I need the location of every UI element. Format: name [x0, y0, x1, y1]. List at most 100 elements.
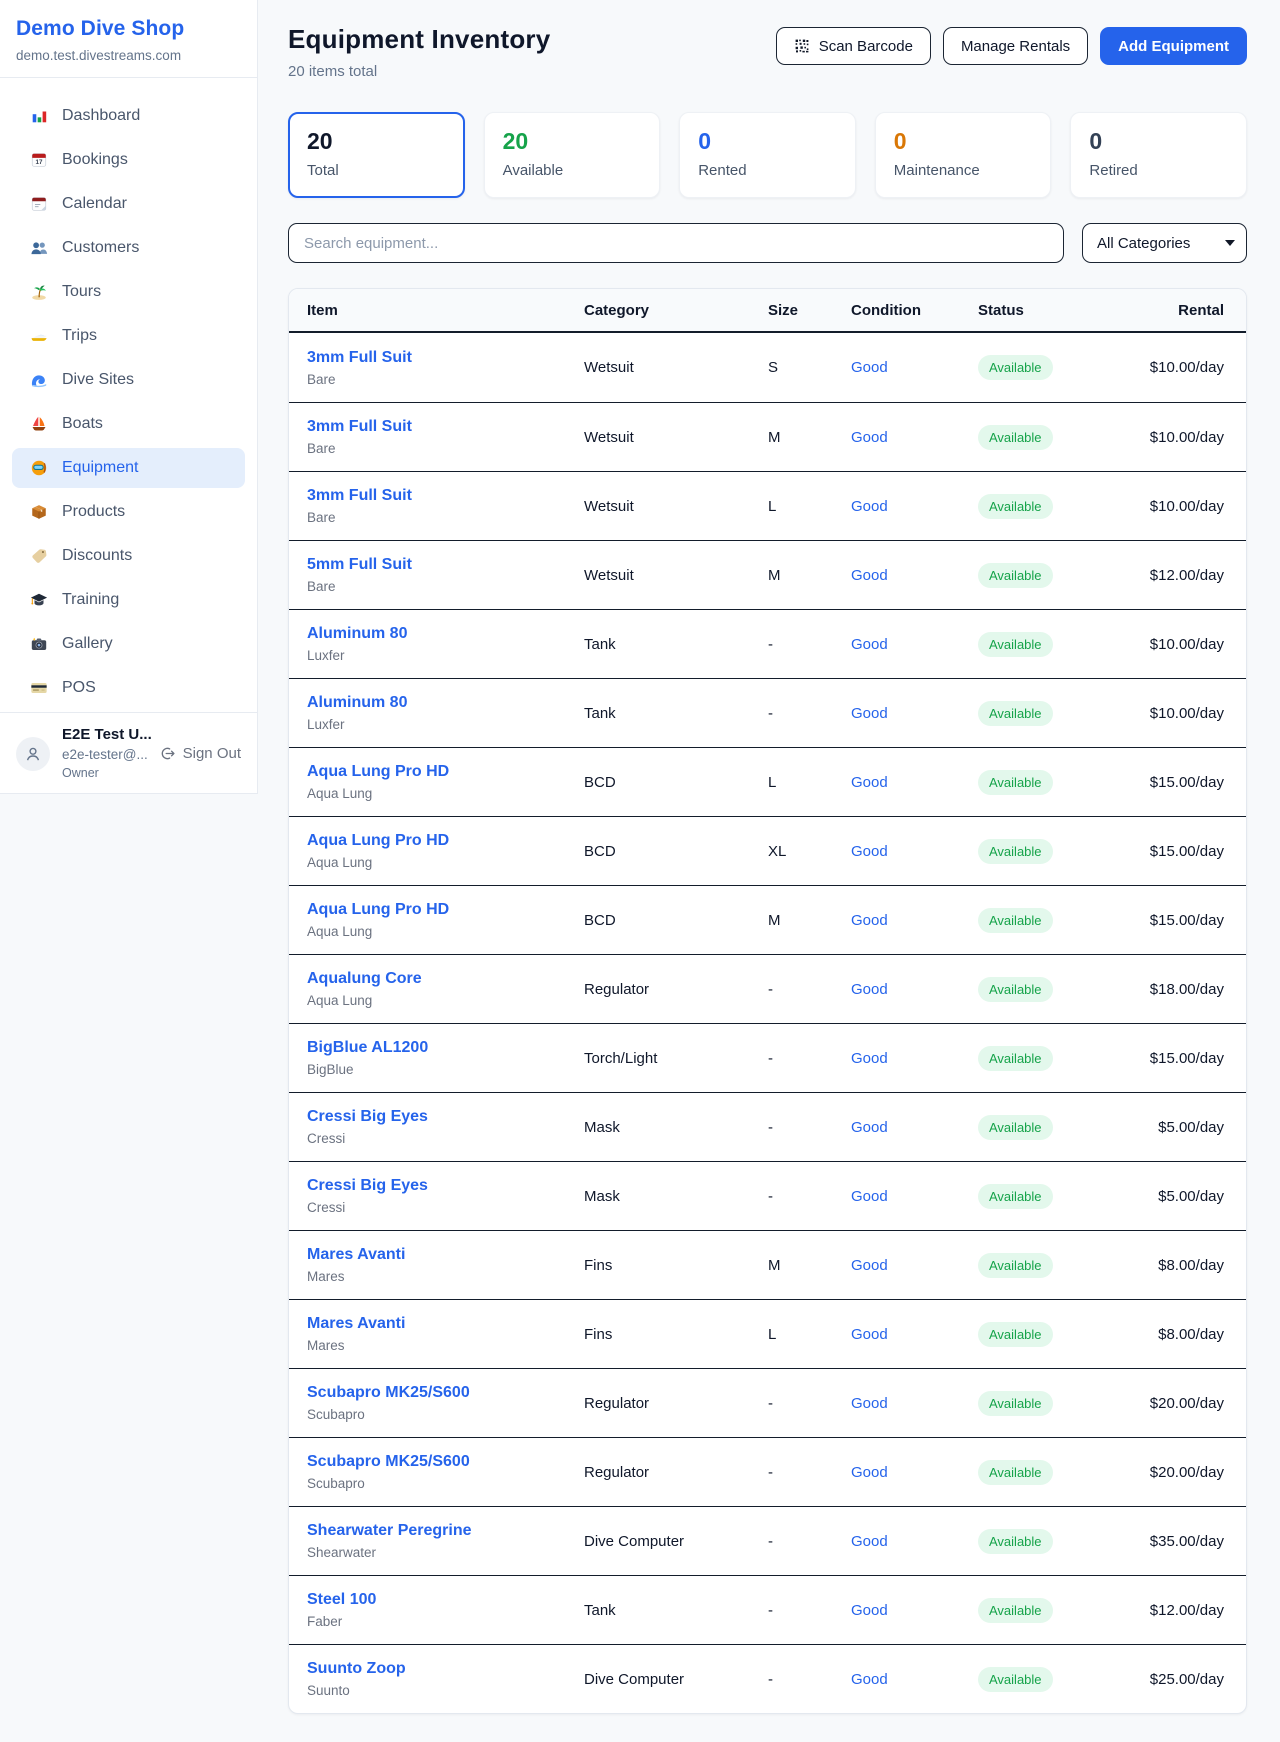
- cell-condition[interactable]: Good: [851, 981, 978, 998]
- item-link[interactable]: 3mm Full Suit: [307, 487, 584, 505]
- cell-condition[interactable]: Good: [851, 912, 978, 929]
- cell-size: -: [768, 705, 851, 722]
- cell-condition[interactable]: Good: [851, 359, 978, 376]
- table-row: Scubapro MK25/S600Scubapro Regulator - G…: [289, 1368, 1246, 1437]
- item-link[interactable]: Steel 100: [307, 1591, 584, 1609]
- item-link[interactable]: 5mm Full Suit: [307, 556, 584, 574]
- sidebar-item-label: Tours: [62, 283, 101, 301]
- cell-condition[interactable]: Good: [851, 636, 978, 653]
- cell-size: -: [768, 1602, 851, 1619]
- sidebar-item-dive-sites[interactable]: Dive Sites: [12, 360, 245, 400]
- cell-condition[interactable]: Good: [851, 1533, 978, 1550]
- cell-category: Wetsuit: [584, 567, 768, 584]
- package-icon: [30, 503, 48, 521]
- sidebar-item-tours[interactable]: Tours: [12, 272, 245, 312]
- sidebar-item-label: Customers: [62, 239, 139, 257]
- cell-condition[interactable]: Good: [851, 1257, 978, 1274]
- sign-out-button[interactable]: Sign Out: [159, 745, 241, 762]
- cell-condition[interactable]: Good: [851, 1602, 978, 1619]
- brand-title[interactable]: Demo Dive Shop: [16, 17, 241, 41]
- cell-condition[interactable]: Good: [851, 843, 978, 860]
- item-link[interactable]: Cressi Big Eyes: [307, 1108, 584, 1126]
- sidebar-item-gallery[interactable]: Gallery: [12, 624, 245, 664]
- item-link[interactable]: Aluminum 80: [307, 625, 584, 643]
- sidebar-item-label: Training: [62, 591, 119, 609]
- sidebar-item-calendar[interactable]: Calendar: [12, 184, 245, 224]
- manage-rentals-button[interactable]: Manage Rentals: [943, 27, 1088, 65]
- status-badge: Available: [978, 563, 1053, 588]
- filter-row: All Categories: [288, 223, 1247, 263]
- sidebar-item-discounts[interactable]: Discounts: [12, 536, 245, 576]
- cell-condition[interactable]: Good: [851, 1188, 978, 1205]
- sidebar-item-training[interactable]: Training: [12, 580, 245, 620]
- sidebar-item-label: Boats: [62, 415, 103, 433]
- sidebar-item-bookings[interactable]: 17 Bookings: [12, 140, 245, 180]
- graduation-cap-icon: [30, 591, 48, 609]
- item-link[interactable]: Aqua Lung Pro HD: [307, 832, 584, 850]
- cell-condition[interactable]: Good: [851, 1464, 978, 1481]
- cell-condition[interactable]: Good: [851, 705, 978, 722]
- item-link[interactable]: Scubapro MK25/S600: [307, 1384, 584, 1402]
- stat-card-maintenance[interactable]: 0 Maintenance: [875, 112, 1052, 198]
- credit-card-icon: [30, 679, 48, 697]
- item-link[interactable]: Aqua Lung Pro HD: [307, 763, 584, 781]
- cell-condition[interactable]: Good: [851, 429, 978, 446]
- status-badge: Available: [978, 839, 1053, 864]
- item-link[interactable]: Mares Avanti: [307, 1246, 584, 1264]
- cell-condition[interactable]: Good: [851, 1671, 978, 1688]
- cell-condition[interactable]: Good: [851, 774, 978, 791]
- cell-size: M: [768, 567, 851, 584]
- cell-rental: $20.00/day: [1148, 1464, 1224, 1481]
- table-row: Suunto ZoopSuunto Dive Computer - Good A…: [289, 1644, 1246, 1713]
- stat-value-total: 20: [307, 128, 446, 155]
- stat-value-retired: 0: [1089, 128, 1228, 155]
- item-link[interactable]: BigBlue AL1200: [307, 1039, 584, 1057]
- stat-card-retired[interactable]: 0 Retired: [1070, 112, 1247, 198]
- category-select[interactable]: All Categories: [1082, 223, 1247, 263]
- sidebar-item-dashboard[interactable]: Dashboard: [12, 96, 245, 136]
- cell-category: Tank: [584, 1602, 768, 1619]
- item-link[interactable]: Aqua Lung Pro HD: [307, 901, 584, 919]
- cell-condition[interactable]: Good: [851, 1050, 978, 1067]
- cell-category: BCD: [584, 843, 768, 860]
- cell-rental: $5.00/day: [1148, 1188, 1224, 1205]
- sidebar-item-pos[interactable]: POS: [12, 668, 245, 708]
- user-role: Owner: [62, 766, 147, 782]
- item-link[interactable]: Suunto Zoop: [307, 1660, 584, 1678]
- cell-rental: $10.00/day: [1148, 498, 1224, 515]
- item-link[interactable]: Scubapro MK25/S600: [307, 1453, 584, 1471]
- user-name: E2E Test U...: [62, 726, 147, 745]
- cell-condition[interactable]: Good: [851, 567, 978, 584]
- sidebar-item-trips[interactable]: Trips: [12, 316, 245, 356]
- search-input[interactable]: [288, 223, 1064, 263]
- sidebar-item-boats[interactable]: Boats: [12, 404, 245, 444]
- item-link[interactable]: Aqualung Core: [307, 970, 584, 988]
- cell-status: Available: [978, 1667, 1148, 1692]
- table-row: 3mm Full SuitBare Wetsuit S Good Availab…: [289, 333, 1246, 402]
- item-link[interactable]: Aluminum 80: [307, 694, 584, 712]
- cell-condition[interactable]: Good: [851, 1395, 978, 1412]
- stat-card-rented[interactable]: 0 Rented: [679, 112, 856, 198]
- item-link[interactable]: Mares Avanti: [307, 1315, 584, 1333]
- scan-barcode-button[interactable]: Scan Barcode: [776, 27, 931, 65]
- item-link[interactable]: Cressi Big Eyes: [307, 1177, 584, 1195]
- dive-mask-icon: [30, 459, 48, 477]
- cell-condition[interactable]: Good: [851, 1326, 978, 1343]
- sidebar-item-customers[interactable]: Customers: [12, 228, 245, 268]
- add-equipment-button[interactable]: Add Equipment: [1100, 27, 1247, 65]
- item-link[interactable]: 3mm Full Suit: [307, 418, 584, 436]
- cell-category: Wetsuit: [584, 498, 768, 515]
- cell-condition[interactable]: Good: [851, 498, 978, 515]
- sidebar-item-products[interactable]: Products: [12, 492, 245, 532]
- sidebar-item-equipment[interactable]: Equipment: [12, 448, 245, 488]
- cell-condition[interactable]: Good: [851, 1119, 978, 1136]
- item-link[interactable]: 3mm Full Suit: [307, 349, 584, 367]
- cell-rental: $8.00/day: [1148, 1257, 1224, 1274]
- header-actions: Scan Barcode Manage Rentals Add Equipmen…: [776, 27, 1247, 65]
- stat-card-total[interactable]: 20 Total: [288, 112, 465, 198]
- sidebar-item-label: Bookings: [62, 151, 128, 169]
- item-link[interactable]: Shearwater Peregrine: [307, 1522, 584, 1540]
- cell-status: Available: [978, 1184, 1148, 1209]
- stats-row: 20 Total 20 Available 0 Rented 0 Mainten…: [288, 112, 1247, 198]
- stat-card-available[interactable]: 20 Available: [484, 112, 661, 198]
